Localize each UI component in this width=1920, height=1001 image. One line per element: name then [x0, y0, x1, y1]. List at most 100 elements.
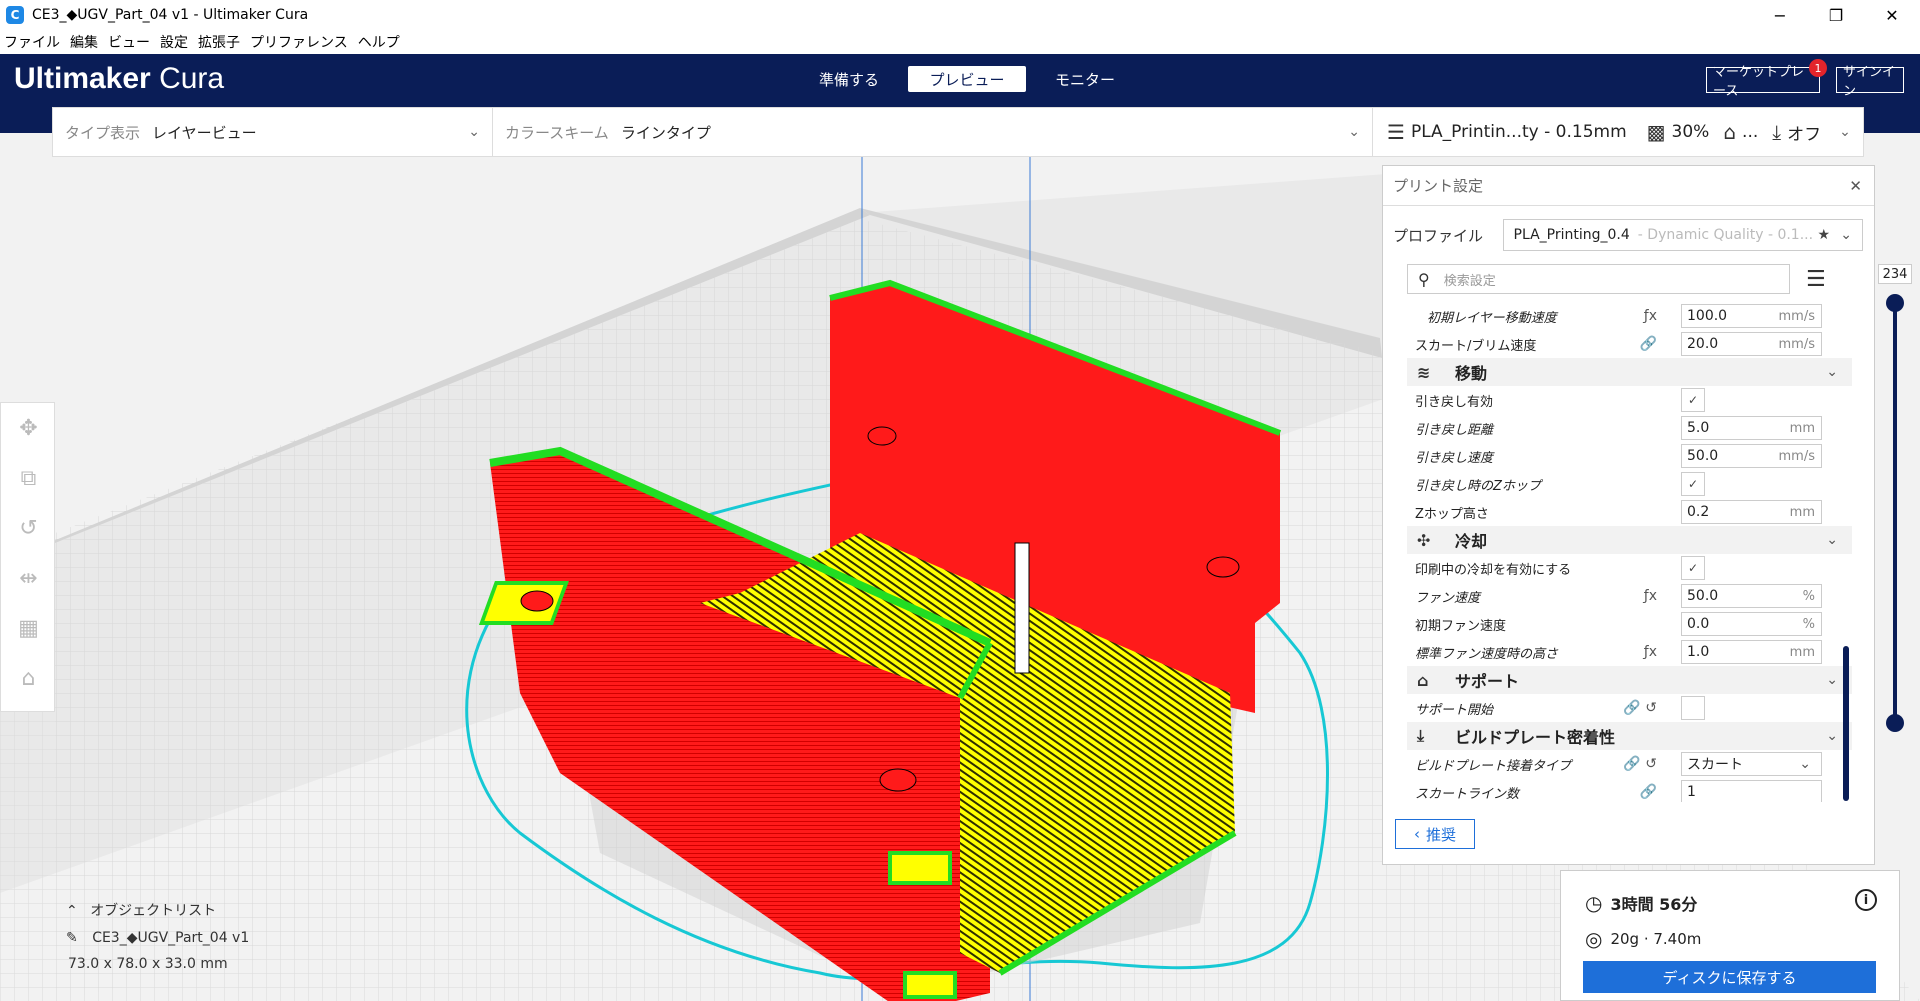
layer-bottom-handle[interactable]	[1886, 714, 1904, 732]
setting-value-field[interactable]: 0.2 mm	[1681, 500, 1822, 524]
material-usage: ◎ 20g · 7.40m	[1585, 927, 1701, 951]
settings-search-input[interactable]: ⚲ 検索設定	[1407, 264, 1790, 294]
layer-number[interactable]: 234	[1878, 264, 1912, 284]
save-to-disk-button[interactable]: ディスクに保存する	[1583, 961, 1876, 993]
tab-preview[interactable]: プレビュー	[908, 66, 1026, 92]
profile-name: PLA_Printing_0.4	[1513, 227, 1630, 243]
tab-monitor[interactable]: モニター	[1026, 66, 1144, 92]
setting-checkbox[interactable]	[1681, 696, 1705, 720]
close-window-button[interactable]: ✕	[1864, 0, 1920, 30]
sliders-icon: ☰	[1387, 120, 1405, 144]
menu-extensions[interactable]: 拡張子	[198, 32, 240, 52]
adhesion-icon: ⤓	[1772, 120, 1782, 144]
settings-scrollbar[interactable]	[1843, 646, 1849, 801]
marketplace-label: マーケットプレース	[1713, 65, 1805, 99]
setting-row: ファン速度 ƒx 50.0%	[1407, 582, 1852, 610]
window-controls: − ❐ ✕	[1752, 0, 1920, 30]
menu-edit[interactable]: 編集	[70, 32, 98, 52]
setting-unit: %	[1802, 588, 1815, 604]
menu-view[interactable]: ビュー	[108, 32, 150, 52]
color-scheme-dropdown[interactable]: カラースキーム ラインタイプ ⌄	[493, 108, 1373, 156]
settings-list[interactable]: 初期レイヤー移動速度 ƒx 100.0 mm/s スカート/ブリム速度 🔗 20.0 mm/s…	[1407, 302, 1852, 802]
settings-category[interactable]: ⌂ サポート ⌄	[1407, 666, 1852, 694]
window-titlebar: C CE3_◆UGV_Part_04 v1 - Ultimaker Cura −…	[0, 0, 1920, 30]
setting-state-icons[interactable]: 🔗	[1597, 784, 1657, 800]
layer-slider[interactable]: 234	[1878, 264, 1918, 740]
setting-state-icons[interactable]: 🔗	[1597, 336, 1657, 352]
menu-bar: ファイル 編集 ビュー 設定 拡張子 プリファレンス ヘルプ	[0, 30, 1920, 54]
setting-value-field[interactable]: 5.0 mm	[1681, 416, 1822, 440]
settings-category[interactable]: ≋ 移動 ⌄	[1407, 358, 1852, 386]
setting-value-field[interactable]: 20.0 mm/s	[1681, 332, 1822, 356]
infill-icon: ▩	[1646, 120, 1666, 144]
tab-prepare[interactable]: 準備する	[790, 66, 908, 92]
settings-visibility-menu-icon[interactable]: ☰	[1806, 267, 1826, 292]
object-list-toggle[interactable]: ⌃ オブジェクトリスト	[66, 900, 249, 920]
menu-file[interactable]: ファイル	[4, 32, 60, 52]
setting-state-icons[interactable]: ƒx	[1597, 588, 1657, 604]
setting-select[interactable]: スカート ⌄	[1681, 752, 1822, 776]
marketplace-button[interactable]: マーケットプレース 1	[1706, 59, 1827, 99]
move-icon[interactable]: ✥	[1, 403, 56, 453]
settings-category[interactable]: ✣ 冷却 ⌄	[1407, 526, 1852, 554]
signin-button[interactable]: サインイン	[1836, 65, 1904, 99]
setting-label: ファン速度	[1415, 590, 1481, 606]
setting-value-field[interactable]: 50.0 mm/s	[1681, 444, 1822, 468]
setting-value-field[interactable]: 100.0 mm/s	[1681, 304, 1822, 328]
mirror-icon[interactable]: ⇹	[1, 553, 56, 603]
menu-preferences[interactable]: プリファレンス	[250, 32, 348, 52]
close-icon[interactable]: ✕	[1849, 177, 1862, 195]
rotate-icon[interactable]: ↺	[1, 503, 56, 553]
scale-icon[interactable]: ⧉	[1, 453, 56, 503]
recommended-label: 推奨	[1425, 825, 1456, 844]
chevron-down-icon: ⌄	[1840, 227, 1852, 243]
setting-checkbox[interactable]: ✓	[1681, 556, 1705, 580]
setting-value: 1.0	[1687, 644, 1710, 660]
setting-unit: %	[1802, 616, 1815, 632]
category-icon: ⌂	[1417, 670, 1429, 690]
setting-state-icons[interactable]: ƒx	[1597, 644, 1657, 660]
setting-label: Zホップ高さ	[1415, 506, 1489, 522]
color-scheme-label: カラースキーム	[505, 123, 609, 142]
menu-settings[interactable]: 設定	[160, 32, 188, 52]
layer-track[interactable]	[1893, 302, 1897, 722]
object-name-row[interactable]: ✎ CE3_◆UGV_Part_04 v1	[66, 930, 249, 946]
object-dimensions: 73.0 x 78.0 x 33.0 mm	[68, 956, 228, 972]
print-time-value: 3時間 56分	[1610, 895, 1698, 914]
view-type-dropdown[interactable]: タイプ表示 レイヤービュー ⌄	[53, 108, 493, 156]
setting-label: サポート開始	[1415, 702, 1494, 718]
profile-dropdown[interactable]: PLA_Printing_0.4 - Dynamic Quality - 0.1…	[1502, 219, 1863, 251]
setting-value: 5.0	[1687, 420, 1710, 436]
settings-category[interactable]: ⤓ ビルドプレート密着性 ⌄	[1407, 722, 1852, 750]
setting-state-icons[interactable]: 🔗 ↺	[1597, 756, 1657, 772]
setting-state-icons[interactable]: 🔗 ↺	[1597, 700, 1657, 716]
maximize-button[interactable]: ❐	[1808, 0, 1864, 30]
setting-row: 引き戻し距離 5.0 mm	[1407, 414, 1852, 442]
setting-label: 初期レイヤー移動速度	[1427, 310, 1557, 326]
recommended-mode-button[interactable]: ‹ 推奨	[1395, 819, 1475, 849]
setting-value-field[interactable]: 1	[1681, 780, 1822, 802]
print-settings-summary[interactable]: ☰ PLA_Printin...ty - 0.15mm ▩ 30% ⌂ ... …	[1373, 120, 1851, 145]
minimize-button[interactable]: −	[1752, 0, 1808, 30]
setting-select-value: スカート	[1687, 757, 1743, 773]
setting-value-field[interactable]: 1.0 mm	[1681, 640, 1822, 664]
view-options-bar: タイプ表示 レイヤービュー ⌄ カラースキーム ラインタイプ ⌄ ☰ PLA_P…	[52, 107, 1864, 157]
info-icon[interactable]: i	[1855, 889, 1877, 911]
setting-value: 0.2	[1687, 504, 1710, 520]
color-scheme-value: ラインタイプ	[620, 123, 711, 142]
setting-label: 引き戻し速度	[1415, 450, 1494, 466]
ultimaker-cura-logo: Ultimaker Cura	[14, 62, 225, 95]
category-label: ビルドプレート密着性	[1455, 728, 1616, 747]
support-blocker-icon[interactable]: ⌂	[1, 653, 56, 703]
setting-state-icons[interactable]: ƒx	[1597, 308, 1657, 324]
setting-value-field[interactable]: 50.0%	[1681, 584, 1822, 608]
category-label: 移動	[1455, 364, 1488, 383]
setting-row: ビルドプレート接着タイプ 🔗 ↺ スカート ⌄	[1407, 750, 1852, 778]
per-model-settings-icon[interactable]: ▦	[1, 603, 56, 653]
setting-value-field[interactable]: 0.0%	[1681, 612, 1822, 636]
layer-top-handle[interactable]	[1886, 294, 1904, 312]
menu-help[interactable]: ヘルプ	[358, 32, 400, 52]
setting-row: 初期レイヤー移動速度 ƒx 100.0 mm/s	[1407, 302, 1852, 330]
setting-checkbox[interactable]: ✓	[1681, 472, 1705, 496]
setting-checkbox[interactable]: ✓	[1681, 388, 1705, 412]
